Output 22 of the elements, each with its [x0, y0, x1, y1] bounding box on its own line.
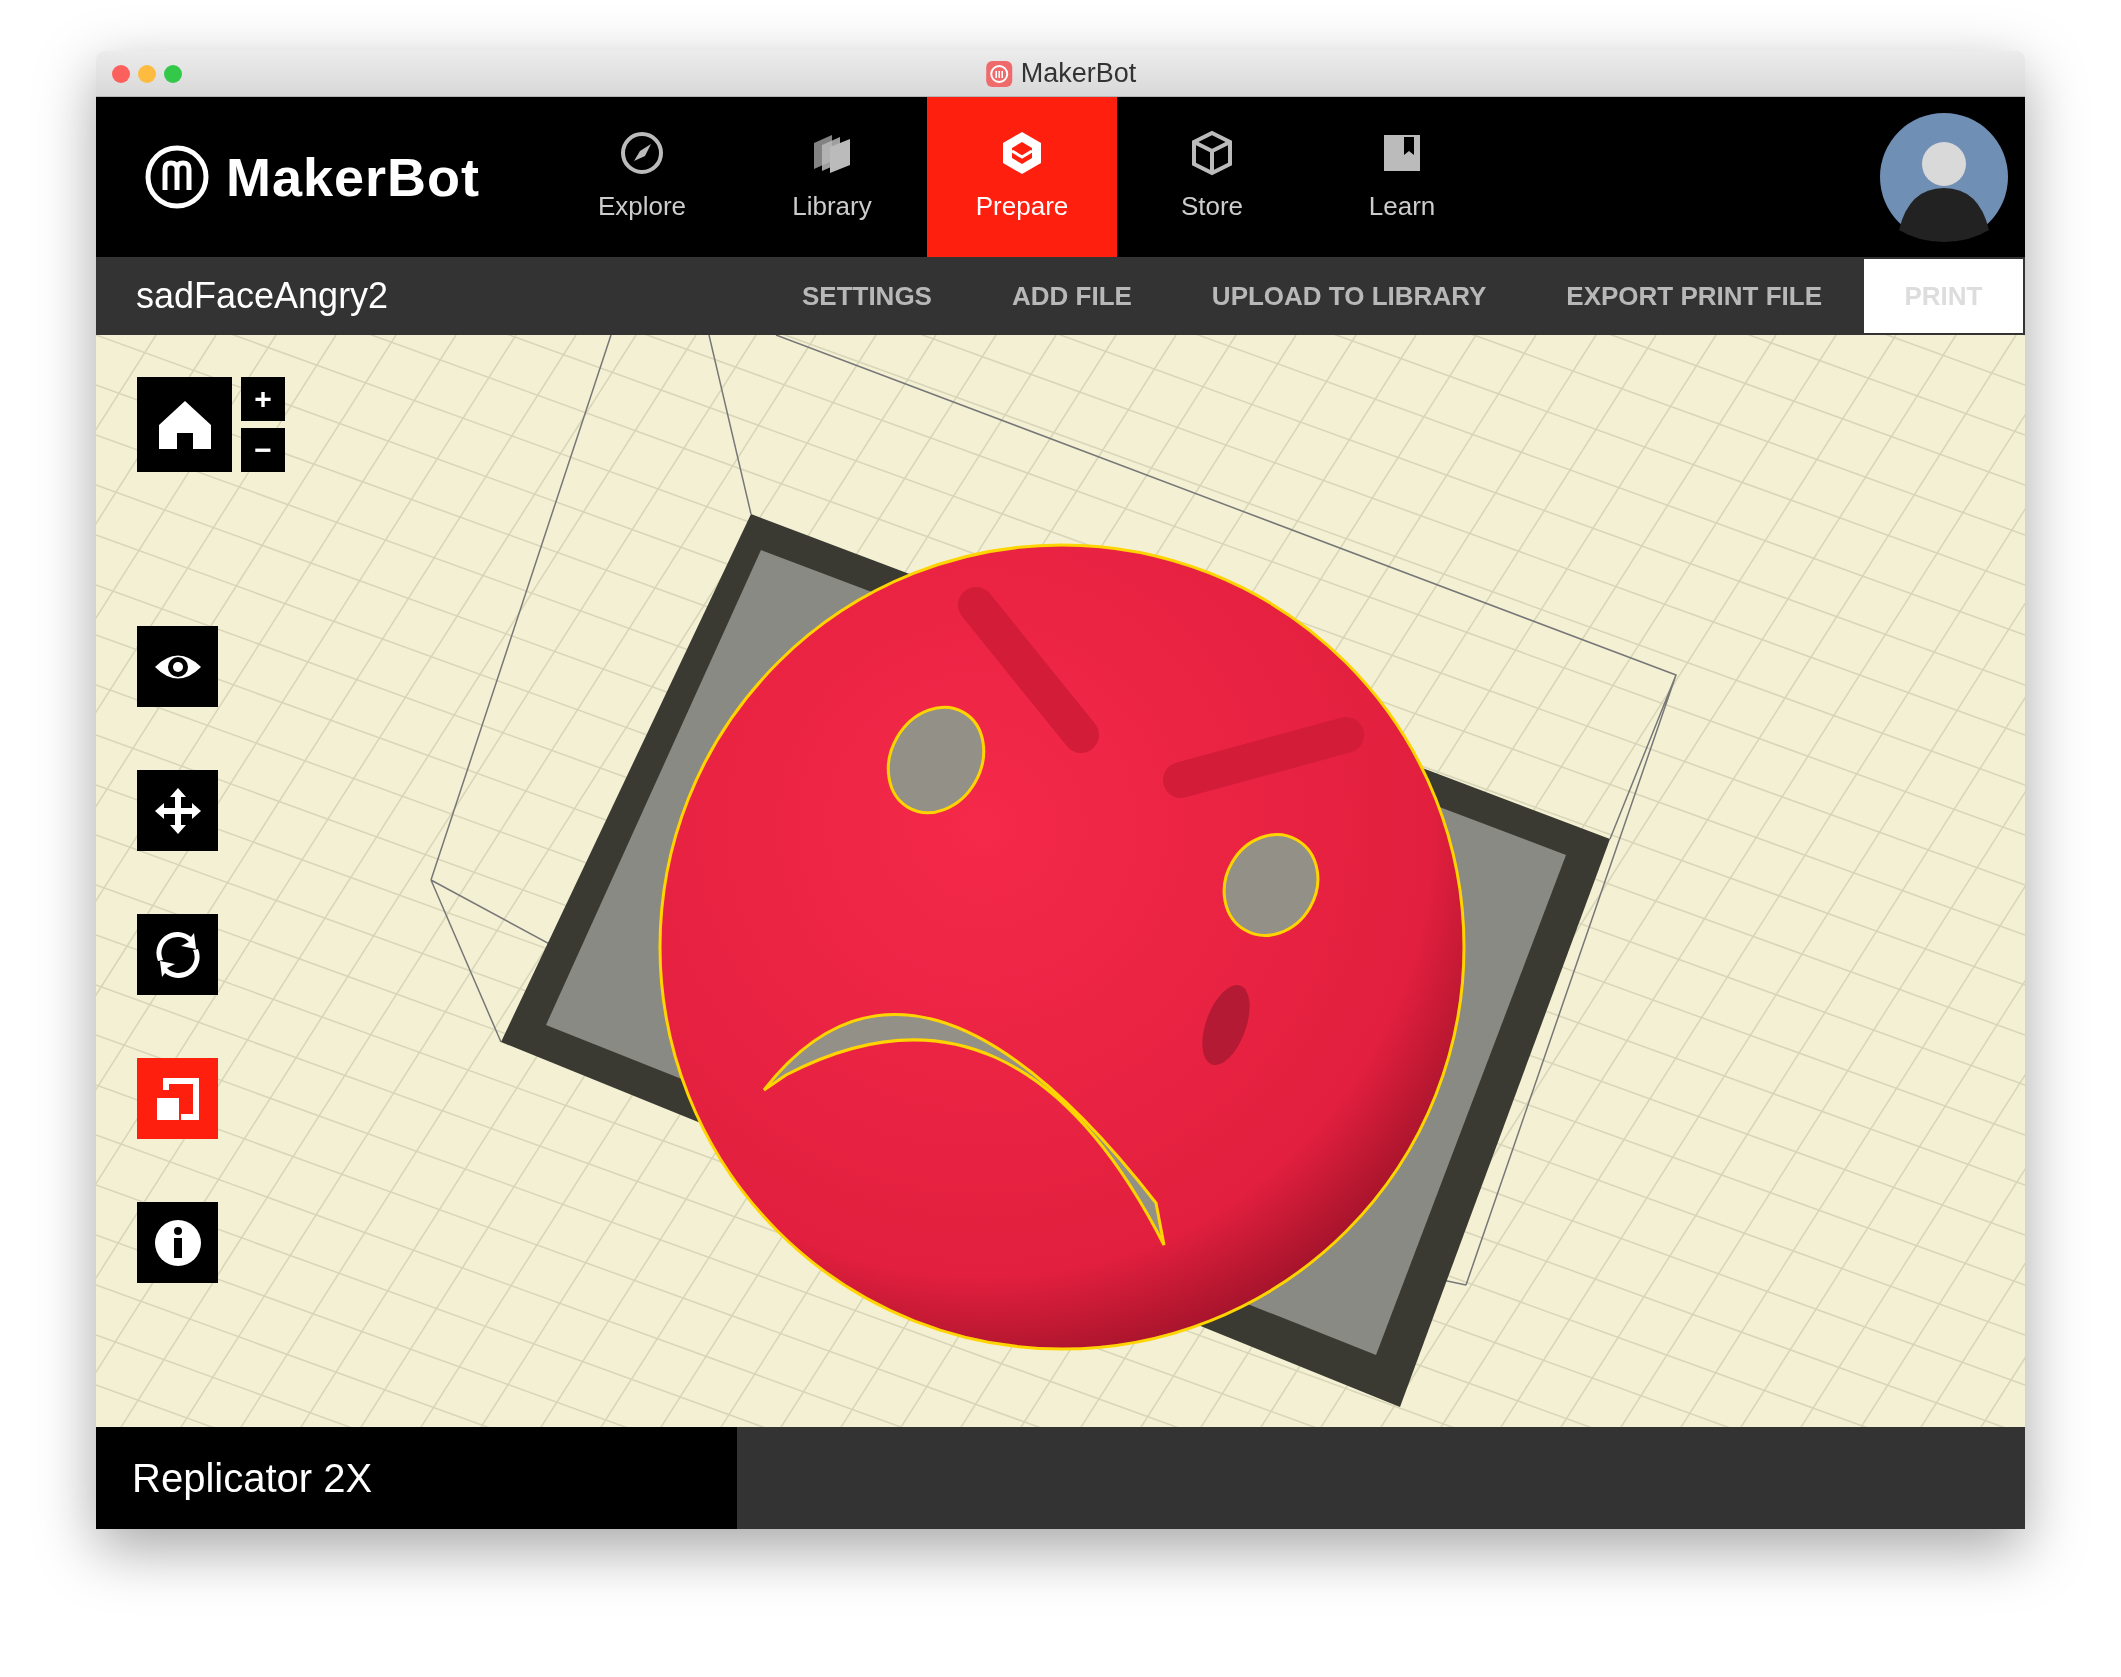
- avatar-icon: [1879, 112, 2009, 242]
- app-icon: [984, 59, 1013, 88]
- toolbar-action[interactable]: EXPORT PRINT FILE: [1526, 257, 1862, 335]
- info-icon: [152, 1217, 203, 1268]
- toolbar-action[interactable]: ADD FILE: [971, 257, 1172, 335]
- scale-tool-button[interactable]: [137, 1058, 218, 1139]
- info-tool-button[interactable]: [137, 1202, 218, 1283]
- home-button[interactable]: [137, 377, 232, 472]
- window-title: MakerBot: [1020, 57, 1137, 91]
- rotate-tool-button[interactable]: [137, 914, 218, 995]
- zoom-out-button[interactable]: −: [241, 428, 285, 472]
- nav-tab[interactable]: Prepare: [927, 97, 1117, 257]
- view-tool-button[interactable]: [137, 626, 218, 707]
- toolbar-action[interactable]: SETTINGS: [761, 257, 972, 335]
- brand-name: MakerBot: [226, 145, 481, 209]
- zoom-in-button[interactable]: +: [241, 377, 285, 421]
- project-name: sadFaceAngry2: [135, 274, 389, 318]
- move-tool-button[interactable]: [137, 770, 218, 851]
- home-icon: [156, 398, 213, 451]
- printer-name: Replicator 2X: [96, 1427, 737, 1529]
- logo-icon: [144, 144, 210, 210]
- toolbar-action[interactable]: UPLOAD TO LIBRARY: [1171, 257, 1527, 335]
